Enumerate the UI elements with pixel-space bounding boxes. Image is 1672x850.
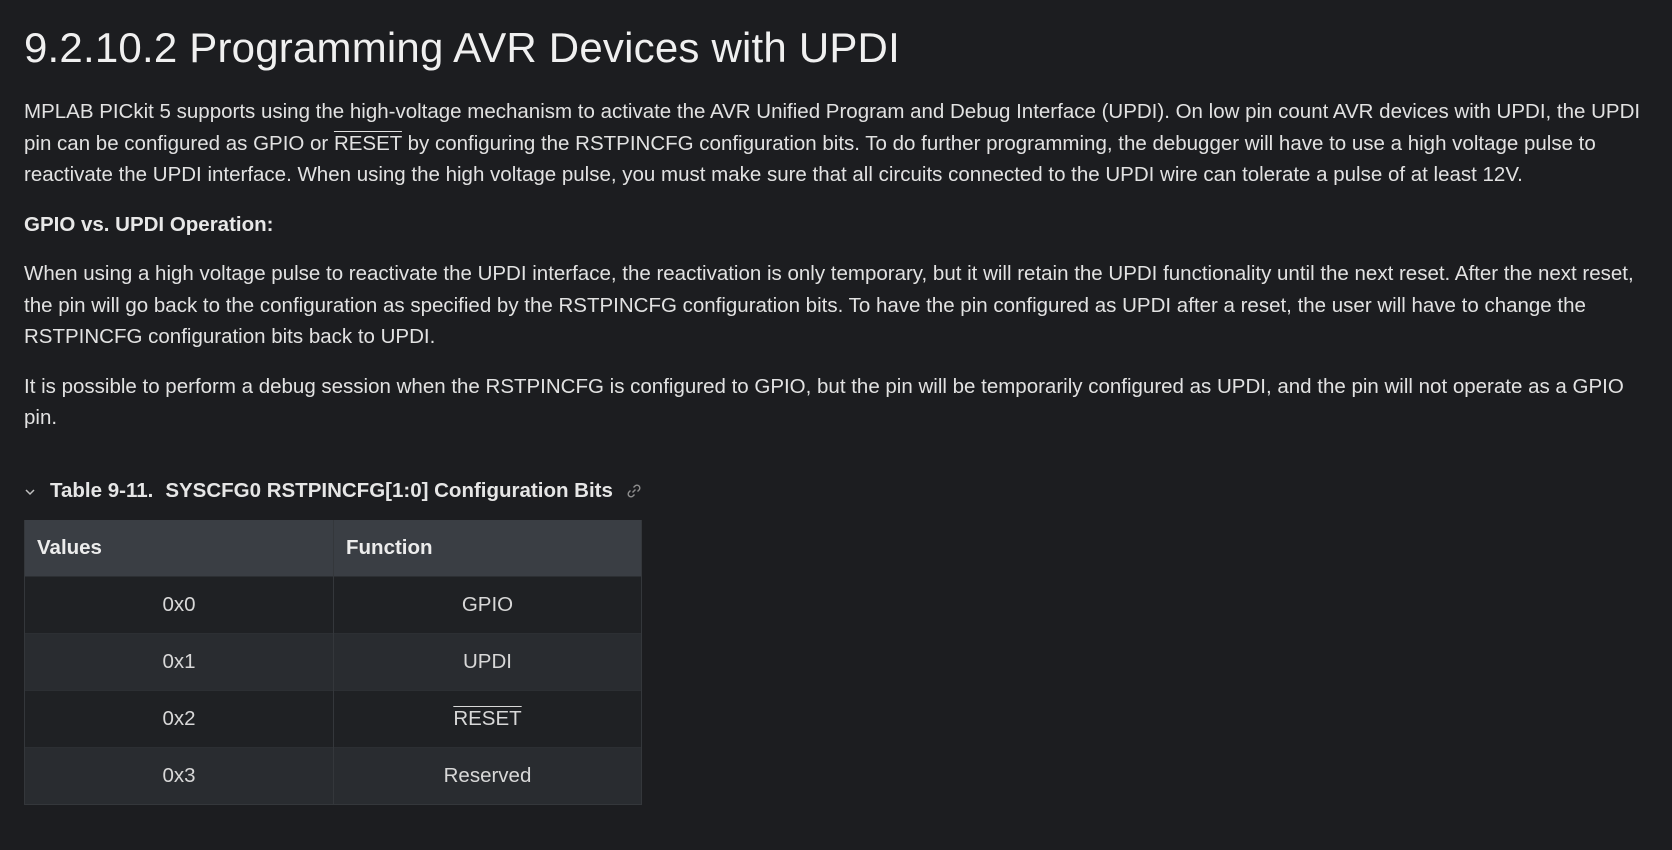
table-row: 0x1 UPDI (24, 632, 642, 690)
table-label: Table 9-11. (50, 478, 154, 502)
section-subheading: GPIO vs. UPDI Operation: (24, 212, 274, 236)
debug-paragraph: It is possible to perform a debug sessio… (24, 374, 1624, 430)
cell-function: UPDI (333, 632, 642, 690)
operation-paragraph: When using a high voltage pulse to react… (24, 262, 1634, 348)
page-title: 9.2.10.2 Programming AVR Devices with UP… (24, 24, 900, 71)
intro-paragraph: MPLAB PICkit 5 supports using the high-v… (24, 96, 1648, 191)
cell-value: 0x3 (24, 746, 334, 804)
link-icon[interactable] (625, 482, 643, 500)
cell-value: 0x2 (24, 689, 334, 747)
table-title: SYSCFG0 RSTPINCFG[1:0] Configuration Bit… (165, 478, 613, 502)
cell-function: RESET (333, 689, 642, 747)
chevron-down-icon[interactable] (24, 483, 50, 499)
header-function: Function (333, 519, 642, 576)
cell-function: Reserved (333, 746, 642, 804)
header-values: Values (24, 519, 334, 576)
reset-signal-text: RESET (453, 706, 522, 730)
cell-value: 0x1 (24, 632, 334, 690)
document-page: 9.2.10.2 Programming AVR Devices with UP… (0, 0, 1672, 805)
table-row: 0x0 GPIO (24, 575, 642, 633)
config-bits-table: Values Function 0x0 GPIO 0x1 UPDI 0x2 RE… (24, 519, 642, 805)
table-caption: Table 9-11. SYSCFG0 RSTPINCFG[1:0] Confi… (24, 474, 1648, 508)
cell-function: GPIO (333, 575, 642, 633)
cell-value: 0x0 (24, 575, 334, 633)
reset-signal-text: RESET (333, 131, 402, 155)
table-row: 0x2 RESET (24, 689, 642, 747)
table-header-row: Values Function (24, 519, 642, 576)
table-row: 0x3 Reserved (24, 746, 642, 804)
